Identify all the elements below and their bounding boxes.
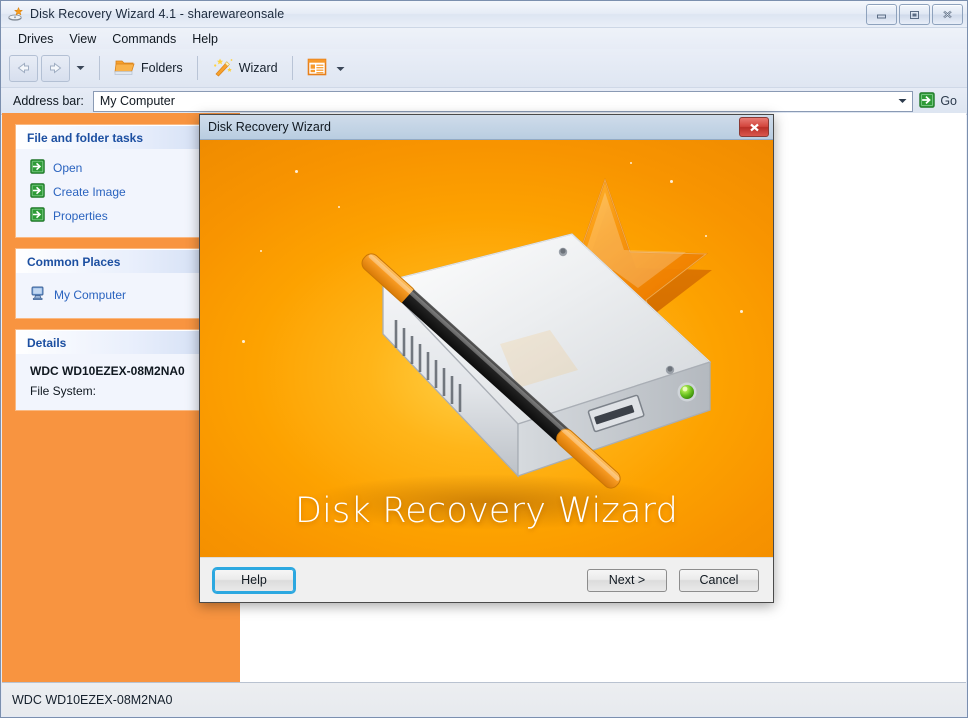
- folder-icon: [114, 57, 136, 79]
- disk-recovery-wizard-dialog: Disk Recovery Wizard Disk Recovery Wizar…: [199, 114, 774, 603]
- help-button[interactable]: Help: [212, 566, 296, 594]
- folders-button[interactable]: Folders: [107, 53, 190, 83]
- disk-wizard-icon: [8, 6, 24, 22]
- go-button[interactable]: Go: [919, 91, 967, 111]
- dialog-footer: Help Next > Cancel: [200, 557, 773, 602]
- splash-title: Disk Recovery Wizard: [294, 491, 679, 531]
- splash-artwork: Disk Recovery Wizard: [200, 140, 773, 557]
- detail-file-system: File System:: [30, 384, 97, 398]
- window-title: Disk Recovery Wizard 4.1 - sharewareonsa…: [30, 7, 285, 21]
- place-item-my-computer[interactable]: My Computer: [16, 280, 226, 309]
- maximize-button[interactable]: [899, 4, 930, 25]
- green-arrow-icon: [30, 183, 45, 201]
- toolbar-separator-1: [99, 56, 100, 80]
- panel-file-and-folder-tasks: File and folder tasks Open Create Image …: [16, 125, 226, 237]
- panel-header[interactable]: Details: [16, 330, 226, 354]
- chevron-down-icon: [336, 67, 345, 71]
- panel-title: File and folder tasks: [27, 130, 144, 145]
- address-dropdown-button[interactable]: [894, 98, 910, 104]
- history-dropdown-button[interactable]: [73, 56, 87, 80]
- dialog-close-button[interactable]: [739, 117, 769, 137]
- views-list-icon: [307, 58, 327, 79]
- task-label[interactable]: Properties: [53, 209, 108, 223]
- title-bar: Disk Recovery Wizard 4.1 - sharewareonsa…: [1, 1, 967, 28]
- green-arrow-icon: [919, 91, 936, 111]
- menu-bar: Drives View Commands Help: [1, 28, 967, 49]
- magic-wand-icon: [212, 57, 234, 80]
- close-icon: [943, 10, 952, 19]
- back-arrow-icon: [17, 62, 29, 74]
- address-value: My Computer: [99, 94, 175, 108]
- place-label[interactable]: My Computer: [54, 288, 126, 302]
- close-button[interactable]: [932, 4, 963, 25]
- application-window: Disk Recovery Wizard 4.1 - sharewareonsa…: [0, 0, 968, 718]
- toolbar-separator-2: [196, 56, 198, 80]
- menu-item-view[interactable]: View: [61, 30, 104, 48]
- task-label[interactable]: Open: [53, 161, 82, 175]
- task-item-properties[interactable]: Properties: [16, 204, 226, 228]
- folders-label: Folders: [141, 61, 183, 75]
- panel-header[interactable]: File and folder tasks: [16, 125, 226, 149]
- chevron-down-icon: [76, 66, 84, 70]
- green-arrow-icon: [30, 207, 45, 225]
- views-dropdown-caret[interactable]: [336, 61, 345, 75]
- panel-body: Open Create Image Properties: [16, 149, 226, 237]
- wizard-label: Wizard: [238, 61, 278, 75]
- views-button[interactable]: [300, 54, 352, 83]
- window-controls: [866, 4, 963, 25]
- menu-item-help[interactable]: Help: [184, 30, 226, 48]
- status-bar: WDC WD10EZEX-08M2NA0: [2, 682, 966, 716]
- address-bar: Address bar: My Computer Go: [1, 88, 967, 115]
- go-label: Go: [940, 94, 957, 108]
- panel-body: WDC WD10EZEX-08M2NA0 File System:: [16, 354, 226, 410]
- my-computer-icon: [30, 285, 46, 304]
- wizard-button[interactable]: Wizard: [205, 53, 285, 84]
- close-icon: [749, 123, 759, 131]
- panel-title: Common Places: [27, 254, 121, 269]
- forward-arrow-icon: [50, 62, 62, 74]
- status-text: WDC WD10EZEX-08M2NA0: [12, 692, 173, 707]
- task-label[interactable]: Create Image: [53, 185, 126, 199]
- detail-drive-model: WDC WD10EZEX-08M2NA0: [30, 364, 185, 378]
- minimize-icon: [877, 14, 886, 19]
- minimize-button[interactable]: [866, 4, 897, 25]
- task-item-open[interactable]: Open: [16, 156, 226, 180]
- menu-item-commands[interactable]: Commands: [104, 30, 184, 48]
- dialog-title-bar: Disk Recovery Wizard: [200, 115, 773, 140]
- toolbar: Folders Wizard: [1, 49, 967, 88]
- panel-header[interactable]: Common Places: [16, 249, 226, 273]
- menu-item-drives[interactable]: Drives: [10, 30, 61, 48]
- dialog-title: Disk Recovery Wizard: [208, 120, 331, 134]
- address-bar-label: Address bar:: [13, 94, 84, 108]
- forward-button[interactable]: [41, 54, 70, 82]
- task-item-create-image[interactable]: Create Image: [16, 180, 226, 204]
- panel-details: Details WDC WD10EZEX-08M2NA0 File System…: [16, 330, 226, 410]
- cancel-button[interactable]: Cancel: [679, 568, 759, 592]
- maximize-icon: [910, 11, 919, 19]
- chevron-down-icon: [898, 99, 907, 103]
- green-arrow-icon: [30, 159, 45, 177]
- next-button[interactable]: Next >: [587, 568, 667, 592]
- toolbar-separator-3: [291, 56, 293, 80]
- panel-title: Details: [27, 335, 67, 350]
- back-button[interactable]: [9, 54, 38, 82]
- panel-body: My Computer: [16, 273, 226, 318]
- panel-common-places: Common Places My Computer: [16, 249, 226, 318]
- address-input[interactable]: My Computer: [92, 90, 914, 112]
